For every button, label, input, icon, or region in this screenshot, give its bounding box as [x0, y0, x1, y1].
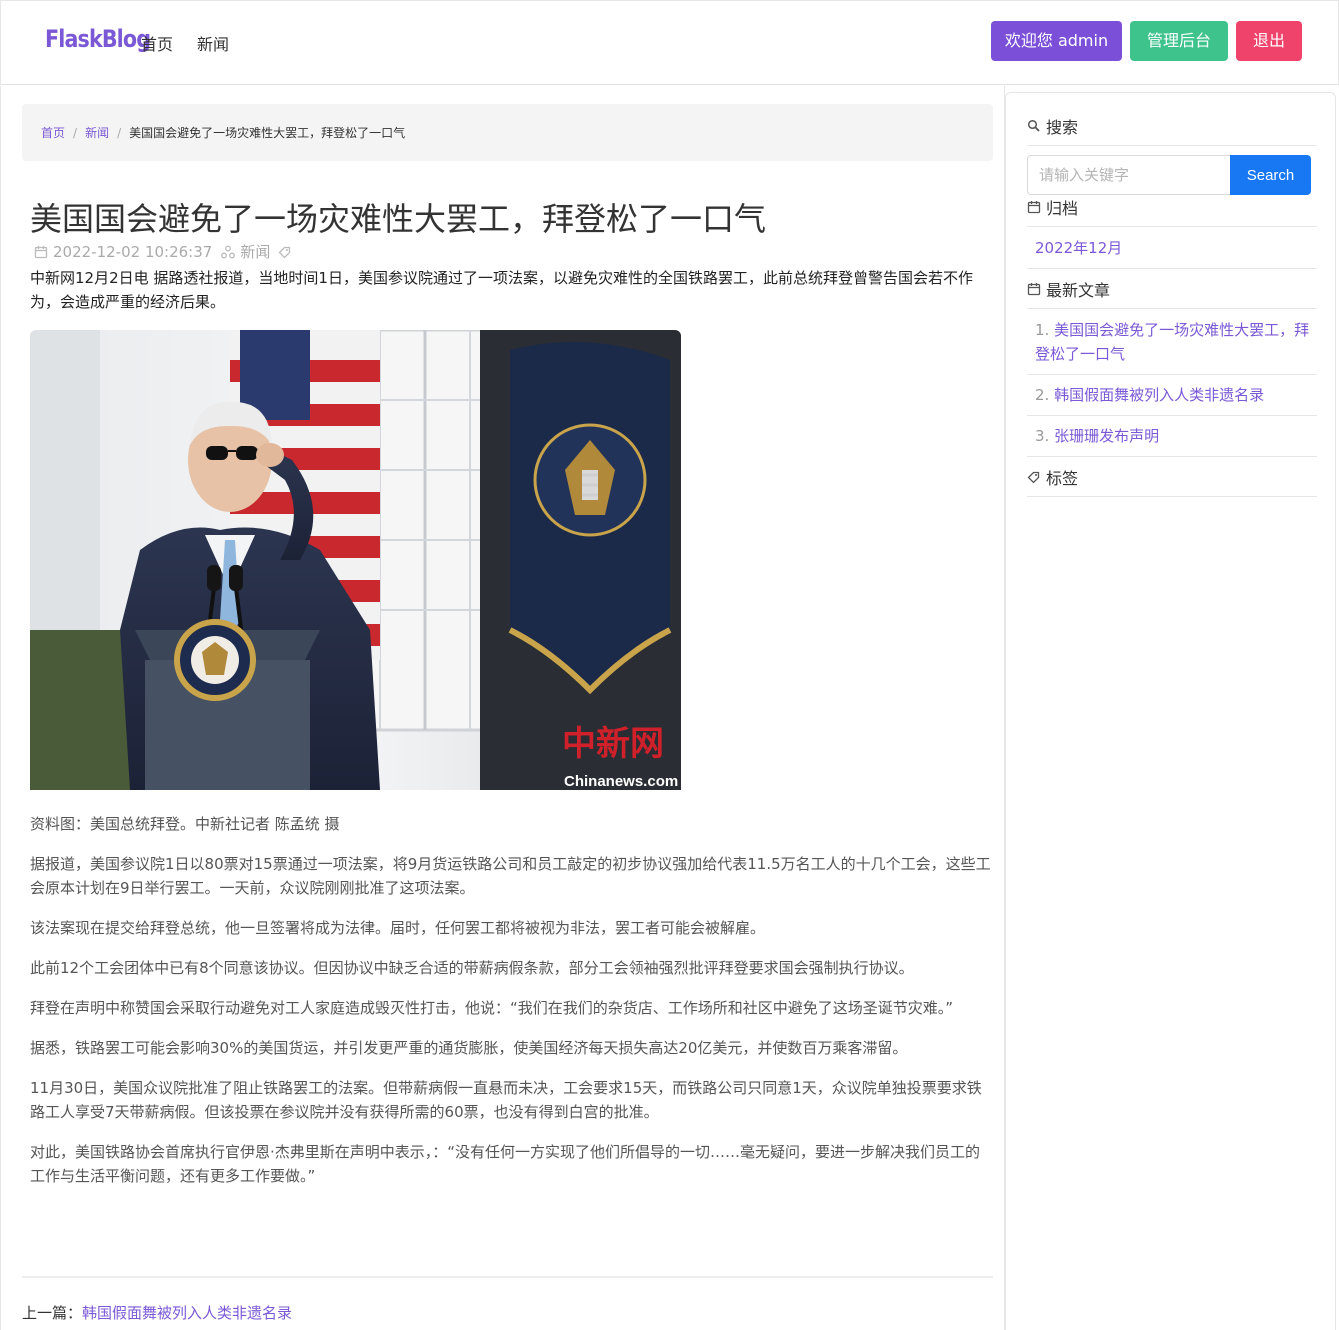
article-paragraph: 对此，美国铁路协会首席执行官伊恩·杰弗里斯在声明中表示，：“没有任何一方实现了他… [30, 1143, 981, 1185]
article-paragraph: 资料图：美国总统拜登。中新社记者 陈孟统 摄 [30, 815, 340, 833]
archive-item[interactable]: 2022年12月 [1027, 228, 1317, 269]
photo-illustration: 中新网 Chinanews.com [30, 330, 681, 790]
tag-icon [1027, 471, 1040, 483]
previous-article-link[interactable]: 韩国假面舞被列入人类非遗名录 [82, 1304, 292, 1322]
calendar-icon [34, 245, 48, 258]
search-section-title: 搜索 [1027, 106, 1317, 146]
article-title: 美国国会避免了一场灾难性大罢工，拜登松了一口气 [30, 200, 767, 238]
sidebar: 搜索 Search 归档 2022年12月 最新文章 1. 美国国会避免了一场灾… [1005, 92, 1336, 1330]
photo-watermark: 中新网 [562, 724, 664, 764]
search-icon [1027, 119, 1040, 132]
breadcrumb-home[interactable]: 首页 [41, 126, 65, 140]
article-paragraph: 据悉，铁路罢工可能会影响30%的美国货运，并引发更严重的通货膨胀，使美国经济每天… [30, 1039, 908, 1057]
recent-item-number: 3. [1035, 427, 1050, 445]
admin-panel-button[interactable]: 管理后台 [1130, 21, 1228, 61]
recent-item-number: 2. [1035, 386, 1050, 404]
breadcrumb-separator: / [73, 126, 78, 140]
tags-section-title: 标签 [1027, 457, 1317, 497]
recent-item[interactable]: 3. 张珊珊发布声明 [1027, 416, 1317, 457]
nav-link-news[interactable]: 新闻 [197, 31, 229, 55]
nav-link-home[interactable]: 首页 [141, 31, 173, 55]
top-navbar: FlaskBlog 首页 新闻 欢迎您 admin 管理后台 退出 [0, 0, 1339, 85]
article-paragraph: 该法案现在提交给拜登总统，他一旦签署将成为法律。届时，任何罢工都将被视为非法，罢… [30, 919, 766, 937]
article-meta: 2022-12-02 10:26:37 新闻 [34, 241, 297, 262]
article-photo: 中新网 Chinanews.com [30, 330, 681, 790]
logout-button[interactable]: 退出 [1236, 21, 1302, 61]
article-paragraph: 11月30日，美国众议院批准了阻止铁路罢工的法案。但带薪病假一直悬而未决，工会要… [30, 1079, 982, 1121]
recent-item[interactable]: 1. 美国国会避免了一场灾难性大罢工，拜登松了一口气 [1027, 310, 1317, 375]
recent-item-link[interactable]: 韩国假面舞被列入人类非遗名录 [1054, 386, 1264, 404]
recent-item[interactable]: 2. 韩国假面舞被列入人类非遗名录 [1027, 375, 1317, 416]
article-main: 首页 / 新闻 / 美国国会避免了一场灾难性大罢工，拜登松了一口气 美国国会避免了一场灾… [0, 86, 1005, 1330]
photo-watermark-url: Chinanews.com [564, 773, 678, 790]
recent-item-number: 1. [1035, 321, 1050, 339]
article-datetime: 2022-12-02 10:26:37 [53, 242, 213, 261]
archive-section-title: 归档 [1027, 187, 1317, 227]
breadcrumb-category[interactable]: 新闻 [85, 126, 109, 140]
recent-item-link[interactable]: 美国国会避免了一场灾难性大罢工，拜登松了一口气 [1035, 321, 1309, 363]
article-body: 资料图：美国总统拜登。中新社记者 陈孟统 摄 据报道，美国参议院1日以80票对1… [30, 812, 992, 1204]
previous-article: 上一篇：韩国假面舞被列入人类非遗名录 [22, 1302, 292, 1323]
article-category[interactable]: 新闻 [240, 241, 270, 262]
archive-title: 归档 [1046, 198, 1079, 218]
previous-article-label: 上一篇： [22, 1304, 83, 1322]
brand-logo[interactable]: FlaskBlog [45, 25, 151, 53]
search-title: 搜索 [1046, 117, 1079, 137]
content-divider [22, 1276, 993, 1278]
tag-icon [278, 246, 291, 258]
recent-section-title: 最新文章 [1027, 269, 1317, 309]
tags-title: 标签 [1046, 468, 1079, 488]
category-icon [221, 245, 236, 258]
breadcrumb: 首页 / 新闻 / 美国国会避免了一场灾难性大罢工，拜登松了一口气 [22, 104, 993, 161]
article-lead: 中新网12月2日电 据路透社报道，当地时间1日，美国参议院通过了一项法案，以避免… [30, 269, 973, 311]
calendar-icon [1027, 200, 1041, 213]
breadcrumb-separator: / [117, 126, 122, 140]
calendar-icon [1027, 282, 1041, 295]
welcome-user-button[interactable]: 欢迎您 admin [991, 21, 1122, 61]
recent-title: 最新文章 [1046, 280, 1111, 300]
article-paragraph: 此前12个工会团体中已有8个同意该协议。但因协议中缺乏合适的带薪病假条款，部分工… [30, 959, 914, 977]
article-paragraph: 拜登在声明中称赞国会采取行动避免对工人家庭造成毁灭性打击，他说：“我们在我们的杂… [30, 999, 954, 1017]
article-paragraph: 据报道，美国参议院1日以80票对15票通过一项法案，将9月货运铁路公司和员工敲定… [30, 855, 991, 897]
recent-item-link[interactable]: 张珊珊发布声明 [1054, 427, 1159, 445]
breadcrumb-current: 美国国会避免了一场灾难性大罢工，拜登松了一口气 [129, 126, 406, 140]
